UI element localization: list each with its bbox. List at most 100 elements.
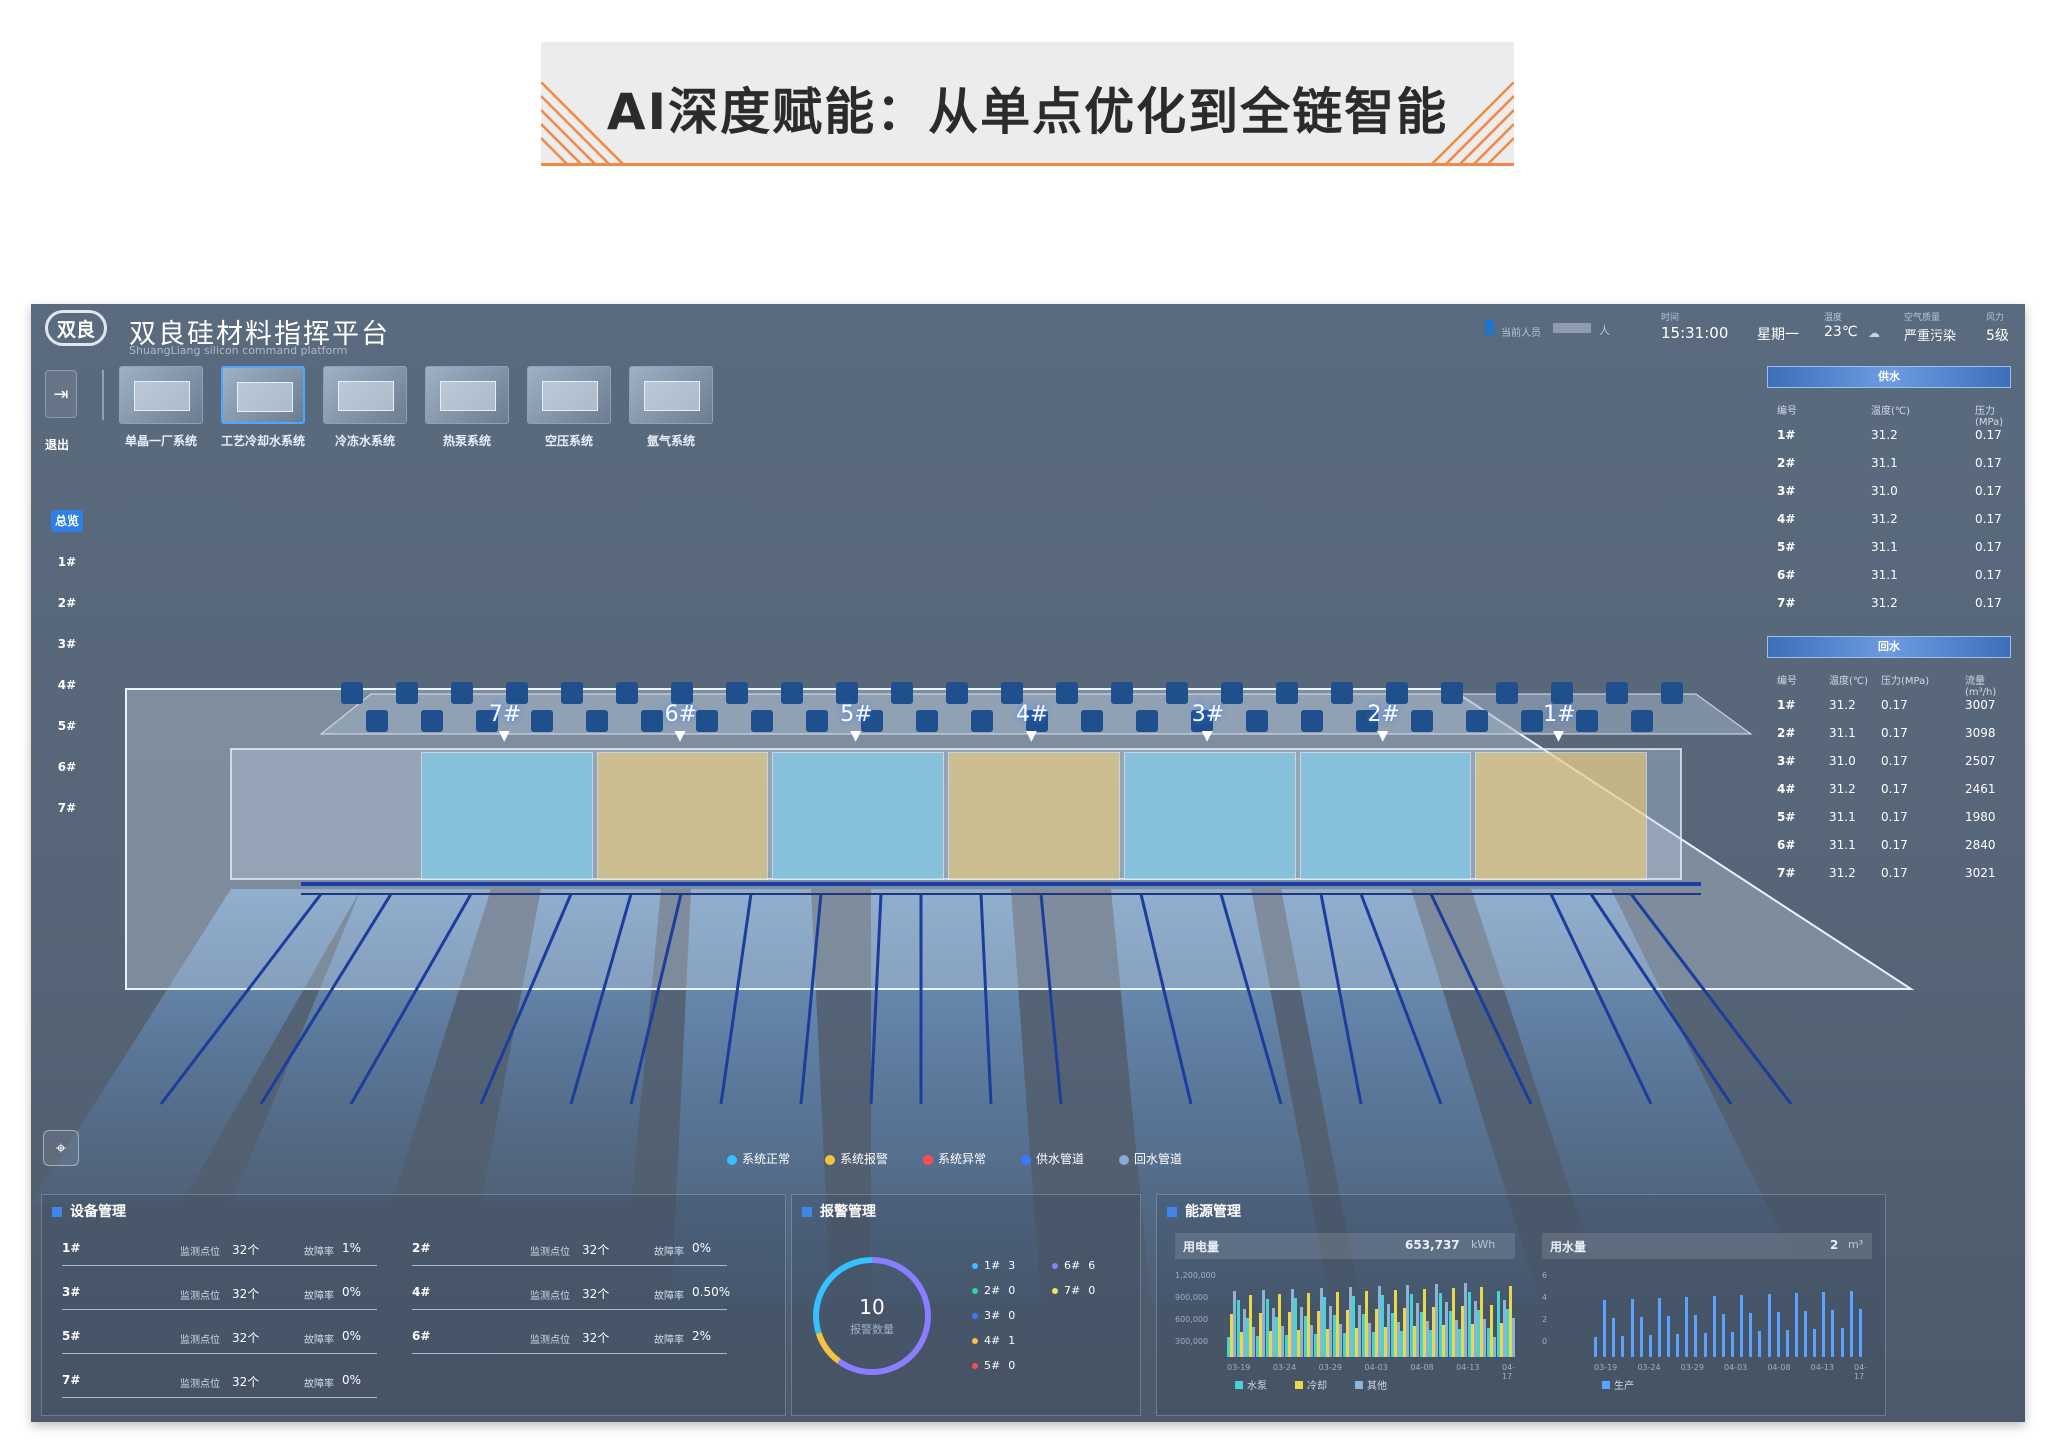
monitor-label: 监测点位 (180, 1335, 220, 1346)
floor-item-5[interactable]: 5# (51, 715, 83, 737)
table-cell: 2840 (1965, 838, 1996, 852)
zone-block-7#[interactable] (421, 752, 593, 880)
chart-bar (1703, 1333, 1707, 1357)
zone-block-4#[interactable] (948, 752, 1120, 880)
equipment-row: 5# 监测点位 32个 故障率 0% (62, 1323, 382, 1357)
system-label: 氩气系统 (646, 434, 695, 448)
zone-label-6#: 6# (664, 702, 697, 727)
exit-label: 退出 (45, 438, 70, 452)
y-tick: 1,200,000 (1175, 1271, 1216, 1280)
legend-item: 回水管道 (1119, 1150, 1182, 1167)
table-cell: 31.1 (1871, 568, 1898, 582)
chart-bar (1502, 1300, 1506, 1357)
chart-bar (1396, 1322, 1400, 1357)
cloud-icon: ☁ (1868, 326, 1880, 340)
fault-rate: 0% (342, 1285, 362, 1299)
table-row: 7# 31.2 0.17 (1769, 596, 2009, 616)
alarm-dot (972, 1338, 978, 1344)
table-row: 4# 31.2 0.17 2461 (1769, 782, 2009, 802)
table-cell: 0.17 (1881, 866, 1908, 880)
equipment-id: 1# (62, 1241, 81, 1255)
chart-bar (1338, 1324, 1342, 1357)
system-label: 热泵系统 (442, 434, 491, 448)
table-cell: 31.2 (1829, 698, 1856, 712)
monitor-label: 监测点位 (180, 1379, 220, 1390)
equipment-id: 2# (412, 1241, 431, 1255)
system-tab-6[interactable]: 氩气系统 (629, 366, 713, 449)
chart-bar (1310, 1325, 1314, 1357)
alarm-title: 报警管理 (802, 1201, 876, 1221)
user-label: 当前人员 (1501, 328, 1541, 339)
chart-bar (1483, 1319, 1487, 1357)
chart-bar (1425, 1321, 1429, 1357)
chart-bar (1406, 1285, 1410, 1357)
exit-button[interactable]: ⇥ (45, 370, 77, 418)
system-tab-4[interactable]: 热泵系统 (425, 366, 509, 449)
equipment-row: 7# 监测点位 32个 故障率 0% (62, 1367, 382, 1401)
floor-item-6[interactable]: 6# (51, 756, 83, 778)
chart-bar (1464, 1283, 1468, 1357)
monitor-points: 32个 (232, 1331, 260, 1345)
legend-label: 冷却 (1307, 1381, 1327, 1392)
thumbnail-block (134, 381, 190, 411)
floor-item-3[interactable]: 3# (51, 633, 83, 655)
zone-block-6#[interactable] (596, 752, 769, 880)
equipment-title: 设备管理 (52, 1201, 126, 1221)
thumbnail-block (542, 381, 598, 411)
system-tab-1[interactable]: 单晶一厂系统 (119, 366, 203, 449)
return-table: 编号 温度(℃) 压力(MPa) 流量(m³/h) 1# 31.2 0.17 3007 2# 31… (1769, 672, 2009, 882)
zone-block-1#[interactable] (1475, 752, 1647, 880)
zone-label-5#: 5# (840, 702, 873, 727)
equipment-id: 7# (62, 1373, 81, 1387)
chart-bar (1377, 1286, 1381, 1357)
y-tick: 600,000 (1175, 1315, 1209, 1324)
fault-label: 故障率 (654, 1247, 684, 1258)
chart-bar (1758, 1331, 1762, 1357)
table-cell: 31.2 (1871, 512, 1898, 526)
chart-bar (1740, 1295, 1744, 1357)
zone-block-2#[interactable] (1299, 752, 1472, 880)
chart-bar (1694, 1315, 1698, 1357)
chart-bar (1840, 1328, 1844, 1357)
floor-item-2[interactable]: 2# (51, 592, 83, 614)
floor-item-4[interactable]: 4# (51, 674, 83, 696)
locate-button[interactable]: ⌖ (43, 1130, 79, 1166)
table-row: 3# 31.0 0.17 (1769, 484, 2009, 504)
chart-bar (1712, 1296, 1716, 1357)
fault-label: 故障率 (304, 1291, 334, 1302)
system-tab-5[interactable]: 空压系统 (527, 366, 611, 449)
fault-label: 故障率 (304, 1247, 334, 1258)
zone-block-3#[interactable] (1123, 752, 1296, 880)
wind-value: 5级 (1986, 328, 2009, 344)
monitor-label: 监测点位 (180, 1247, 220, 1258)
chart-bar (1849, 1291, 1853, 1357)
table-cell: 3# (1777, 484, 1796, 498)
exit-icon: ⇥ (53, 383, 69, 405)
user-icon: 👤 (1481, 320, 1499, 336)
table-row: 5# 31.1 0.17 1980 (1769, 810, 2009, 830)
floor-item-1[interactable]: 1# (51, 551, 83, 573)
monitor-label: 监测点位 (180, 1291, 220, 1302)
table-cell: 0.17 (1881, 838, 1908, 852)
system-thumbnail (119, 366, 203, 424)
alarm-id: 7# (1064, 1284, 1081, 1297)
x-tick: 03-24 (1637, 1363, 1661, 1372)
system-tab-2[interactable]: 工艺冷却水系统 (221, 366, 305, 449)
row-underline (62, 1309, 377, 1310)
zone-block-5#[interactable] (772, 752, 945, 880)
chart-legend-item: 生产 (1602, 1377, 1634, 1392)
x-tick: 04-13 (1810, 1363, 1834, 1372)
legend-label: 系统异常 (938, 1152, 987, 1166)
equipment-id: 4# (412, 1285, 431, 1299)
x-tick: 04-08 (1410, 1363, 1434, 1372)
column-header: 温度(℃) (1871, 406, 1911, 417)
floor-item-7[interactable]: 7# (51, 797, 83, 819)
y-tick: 900,000 (1175, 1293, 1209, 1302)
chart-bar (1630, 1299, 1634, 1357)
floor-item-0[interactable]: 总览 (51, 510, 83, 532)
column-header: 压力(MPa) (1881, 676, 1930, 687)
system-tab-3[interactable]: 冷冻水系统 (323, 366, 407, 449)
chart-bar (1348, 1287, 1352, 1357)
table-cell: 0.17 (1975, 540, 2002, 554)
chart-bar (1776, 1312, 1780, 1357)
